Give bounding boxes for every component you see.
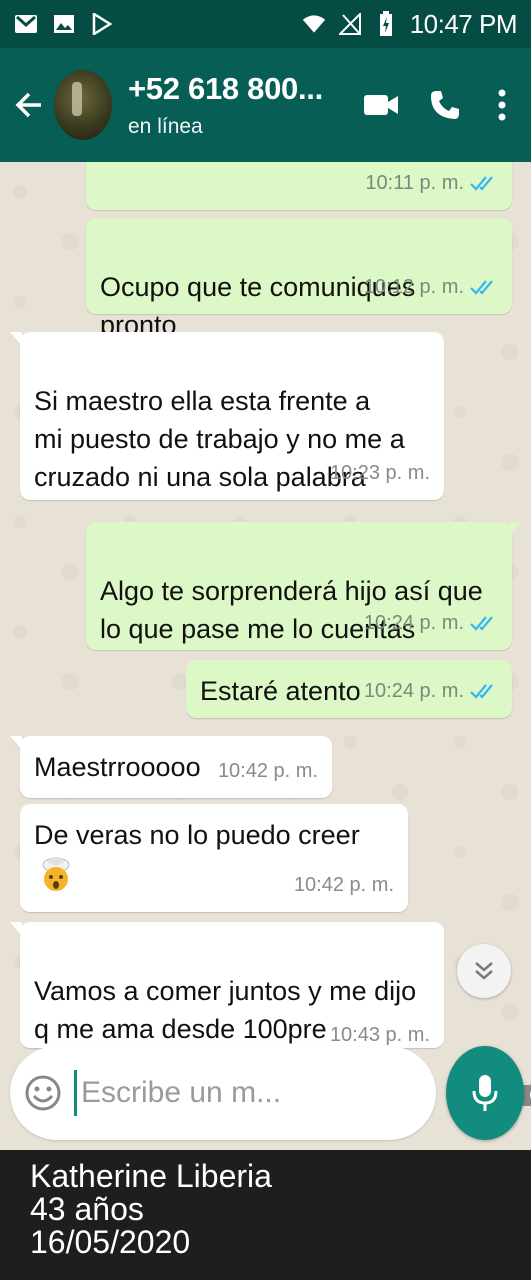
message-input[interactable] [74, 1070, 467, 1116]
message-bubble[interactable]: Vamos a comer juntos y me dijo q me ama … [10, 922, 444, 1048]
contact-name[interactable]: +52 618 800... [128, 71, 359, 107]
read-ticks-icon [470, 176, 493, 191]
emoji-icon[interactable] [24, 1071, 62, 1115]
no-signal-icon [338, 12, 362, 36]
message-time: 10:24 p. m. [363, 612, 464, 634]
message-time: 10:42 p. m. [217, 760, 318, 782]
message-meta: 10:23 p. m. [330, 454, 430, 492]
back-arrow-icon[interactable] [8, 85, 48, 125]
scroll-to-bottom-button[interactable] [457, 944, 511, 998]
video-call-icon[interactable] [359, 83, 403, 127]
message-meta: 10:42 p. m. [294, 866, 394, 904]
double-chevron-down-icon [475, 962, 493, 980]
caption-date: 16/05/2020 [30, 1224, 191, 1260]
message-bubble[interactable]: 10:11 p. m. [86, 162, 512, 210]
message-time: 10:24 p. m. [363, 680, 464, 702]
status-bar: 10:47 PM [0, 0, 531, 48]
caption-age: 43 años [30, 1191, 144, 1227]
message-meta: 10:24 p. m. [364, 672, 498, 710]
message-meta: 10:42 p. m. [218, 752, 318, 790]
read-ticks-icon [470, 684, 493, 699]
read-ticks-icon [470, 616, 493, 631]
message-time: 10:12 p. m. [363, 276, 464, 298]
image-caption: Katherine Liberia 43 años 16/05/2020 [0, 1150, 531, 1280]
more-options-icon[interactable] [487, 83, 517, 127]
message-meta: 10:11 p. m. [365, 164, 498, 202]
phone-call-icon[interactable] [423, 83, 467, 127]
play-store-icon [90, 12, 114, 36]
gmail-icon [14, 12, 38, 36]
message-bubble[interactable]: Ocupo que te comuniques pronto con urgen… [86, 218, 512, 378]
battery-charging-icon [374, 11, 398, 36]
message-meta: 10:24 p. m. [364, 604, 498, 642]
message-bubble[interactable]: De veras no lo puedo creer 10:42 p. m. [20, 804, 408, 912]
status-time: 10:47 PM [409, 8, 518, 39]
exploding-head-emoji [42, 856, 70, 891]
read-ticks-icon [470, 280, 493, 295]
message-list[interactable]: 10:11 p. m. Ocupo que te comuniques pron… [0, 162, 531, 1150]
microphone-icon [472, 1075, 498, 1111]
message-bubble[interactable]: Estaré atento 10:24 p. m. [186, 660, 512, 718]
message-composer [10, 1046, 531, 1140]
message-time: 10:11 p. m. [365, 172, 464, 194]
contact-status: en línea [128, 115, 203, 138]
caption-name: Katherine Liberia [30, 1158, 272, 1194]
chat-header: +52 618 800... en línea [0, 48, 531, 162]
message-time: 10:42 p. m. [293, 874, 394, 896]
gallery-icon [52, 12, 76, 36]
message-text: De veras no lo puedo creer [34, 820, 360, 850]
wifi-icon [302, 12, 326, 36]
avatar[interactable] [54, 70, 112, 140]
contact-info[interactable]: +52 618 800... en línea [128, 71, 359, 139]
message-time: 10:23 p. m. [329, 462, 430, 484]
message-bubble[interactable]: Si maestro ella esta frente a mi puesto … [10, 332, 444, 500]
message-bubble[interactable]: Algo te sorprenderá hijo así que lo que … [86, 522, 522, 650]
message-bubble[interactable]: Maestrrooooo 10:42 p. m. [10, 736, 332, 798]
voice-record-button[interactable] [446, 1046, 524, 1140]
message-meta: 10:12 p. m. [364, 268, 498, 306]
